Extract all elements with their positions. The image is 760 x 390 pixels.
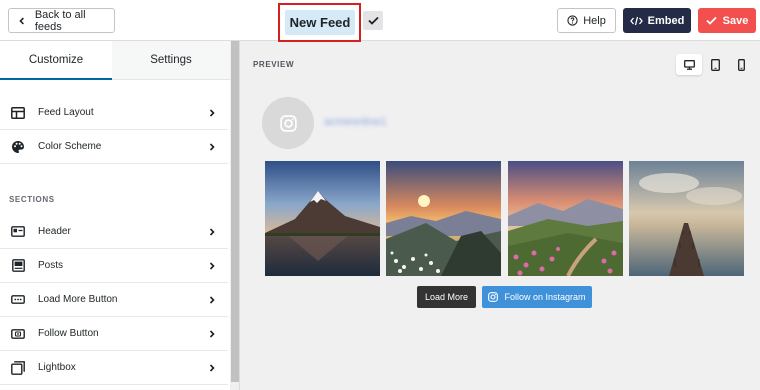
feed-photo-pink-flower-hills[interactable]: [508, 161, 623, 276]
flower-hills-image: [508, 161, 623, 276]
device-switcher: [676, 54, 754, 75]
chevron-right-icon: [209, 262, 215, 270]
sidebar-item-feed-layout[interactable]: Feed Layout: [0, 96, 228, 130]
mountain-lake-image: [265, 161, 380, 276]
sidebar-item-load-more-button[interactable]: Load More Button: [0, 283, 228, 317]
mobile-view-button[interactable]: [728, 54, 754, 75]
code-icon: [629, 16, 643, 25]
chevron-right-icon: [209, 109, 215, 117]
sidebar-item-label: Header: [38, 226, 71, 237]
palette-icon: [11, 140, 25, 154]
sidebar-item-posts[interactable]: Posts: [0, 249, 228, 283]
feed-photo-ocean-pier[interactable]: [629, 161, 744, 276]
help-button[interactable]: Help: [557, 8, 616, 33]
sections-heading: SECTIONS: [9, 195, 55, 204]
follow-on-instagram-button[interactable]: Follow on Instagram: [482, 286, 592, 308]
chevron-right-icon: [209, 330, 215, 338]
back-label: Back to all feeds: [34, 8, 86, 33]
lightbox-icon: [11, 360, 25, 375]
sidebar-item-label: Load More Button: [38, 294, 118, 305]
scrollbar-thumb[interactable]: [231, 41, 239, 382]
sidebar-item-label: Color Scheme: [38, 141, 102, 152]
desktop-icon: [683, 59, 695, 70]
check-icon: [706, 16, 717, 25]
embed-label: Embed: [647, 14, 685, 27]
sidebar-item-label: Follow Button: [38, 328, 99, 339]
back-to-feeds-button[interactable]: Back to all feeds: [8, 8, 115, 33]
sidebar-item-label: Posts: [38, 260, 64, 271]
embed-button[interactable]: Embed: [623, 8, 691, 33]
save-label: Save: [722, 14, 749, 27]
customizer-sidebar: Customize Settings Feed Layout Color Sch…: [0, 41, 240, 390]
tablet-view-button[interactable]: [702, 54, 728, 75]
tablet-icon: [710, 58, 720, 71]
tab-customize[interactable]: Customize: [0, 41, 112, 80]
help-icon: [567, 15, 578, 26]
ocean-pier-image: [629, 161, 744, 276]
sidebar-item-follow-button[interactable]: Follow Button: [0, 317, 228, 351]
instagram-icon: [279, 114, 297, 132]
mobile-icon: [737, 58, 745, 71]
sidebar-item-color-scheme[interactable]: Color Scheme: [0, 130, 228, 164]
avatar: [262, 97, 314, 149]
chevron-right-icon: [209, 143, 215, 151]
top-bar: Back to all feeds New Feed Help Embed Sa…: [0, 0, 760, 42]
tab-settings[interactable]: Settings: [112, 41, 230, 80]
sidebar-item-label: Lightbox: [38, 362, 76, 373]
confirm-title-button[interactable]: [363, 11, 383, 30]
check-icon: [367, 16, 379, 25]
chevron-right-icon: [209, 228, 215, 236]
help-label: Help: [583, 14, 606, 27]
load-more-icon: [11, 293, 25, 307]
header-icon: [11, 225, 25, 239]
follow-label: Follow on Instagram: [504, 292, 586, 302]
chevron-right-icon: [209, 364, 215, 372]
follow-button-icon: [11, 327, 25, 341]
sidebar-item-header[interactable]: Header: [0, 215, 228, 249]
desktop-view-button[interactable]: [676, 54, 702, 75]
feed-layout-icon: [11, 106, 25, 120]
feed-title-input[interactable]: New Feed: [285, 10, 355, 35]
chevron-right-icon: [209, 296, 215, 304]
save-button[interactable]: Save: [698, 8, 756, 33]
preview-heading: PREVIEW: [253, 60, 295, 69]
feed-photo-snow-mountain[interactable]: [265, 161, 380, 276]
sidebar-item-label: Feed Layout: [38, 107, 94, 118]
sidebar-scrollbar[interactable]: [230, 41, 239, 390]
feed-photo-sunset-valley[interactable]: [386, 161, 501, 276]
sunset-valley-image: [386, 161, 501, 276]
instagram-icon: [488, 292, 499, 302]
posts-icon: [11, 259, 25, 273]
sidebar-item-lightbox[interactable]: Lightbox: [0, 351, 228, 385]
feed-username[interactable]: acmeonline1: [324, 116, 386, 128]
chevron-left-icon: [19, 17, 24, 24]
title-highlight-box: New Feed: [278, 3, 361, 42]
sidebar-tabs: Customize Settings: [0, 41, 230, 80]
load-more-button[interactable]: Load More: [417, 286, 476, 308]
